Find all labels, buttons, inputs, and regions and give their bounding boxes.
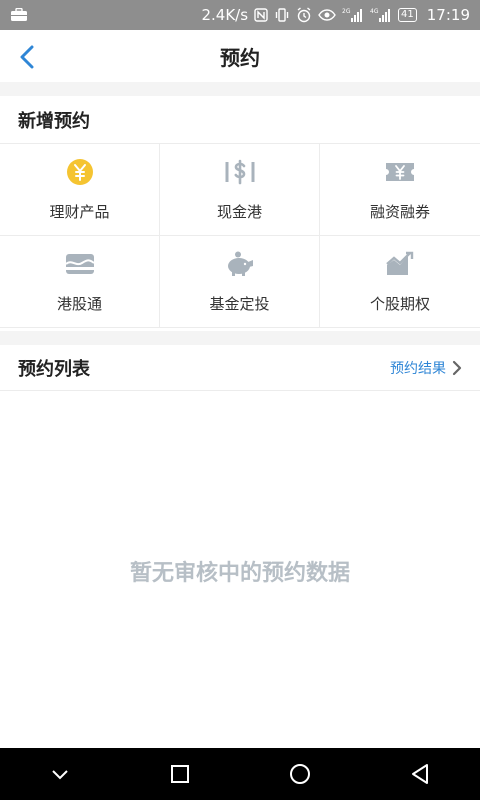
square-icon [171, 765, 189, 783]
grid-item-label: 理财产品 [49, 203, 110, 221]
grid-item-cash-port[interactable]: 现金港 [160, 144, 320, 236]
battery-icon: 41 [398, 8, 417, 22]
grid-item-hk-connect[interactable]: 港股通 [0, 236, 160, 328]
ticket-yuan-icon [383, 157, 417, 187]
nav-recents-button[interactable] [150, 748, 210, 800]
signal-4g-label: 4G [370, 8, 379, 15]
triangle-back-icon [412, 764, 428, 784]
briefcase-icon [10, 8, 28, 22]
grid-item-margin-trading[interactable]: 融资融券 [320, 144, 480, 236]
piggy-bank-icon [223, 249, 257, 279]
grid-item-stock-options[interactable]: 个股期权 [320, 236, 480, 328]
alarm-icon [296, 7, 312, 23]
section-divider [0, 82, 480, 96]
grid-item-wealth-products[interactable]: 理财产品 [0, 144, 160, 236]
card-wave-icon [63, 249, 97, 279]
trend-chart-icon [383, 249, 417, 279]
page-title: 预约 [220, 45, 260, 70]
signal-2g-label: 2G [342, 8, 351, 15]
signal-icon: 4G [370, 7, 392, 23]
status-bar: 2.4K/s 2G 4G 41 17:19 [0, 0, 480, 30]
reservation-list-header: 预约列表 预约结果 [0, 345, 480, 391]
grid-item-label: 现金港 [216, 203, 262, 221]
circle-icon [290, 764, 310, 784]
reservation-list-section: 预约列表 预约结果 [0, 345, 480, 391]
yuan-coin-icon [63, 157, 97, 187]
grid-item-label: 融资融券 [369, 203, 430, 221]
nfc-icon [254, 8, 268, 22]
reservation-results-label: 预约结果 [390, 360, 446, 377]
status-time: 17:19 [426, 6, 470, 24]
nav-home-button[interactable] [270, 748, 330, 800]
signal-icon: 2G [342, 7, 364, 23]
eye-icon [318, 9, 336, 21]
section-divider [0, 331, 480, 345]
chevron-right-icon [452, 360, 462, 375]
nav-back-button[interactable] [390, 748, 450, 800]
chevron-down-icon [52, 770, 68, 780]
grid-item-label: 基金定投 [209, 295, 270, 313]
new-reservation-section: 新增预约 理财产品 现金港 融资融券 港股通 基金定投 个股期权 [0, 96, 480, 328]
grid-item-label: 个股期权 [369, 295, 430, 313]
network-speed: 2.4K/s [201, 6, 249, 24]
cash-dollar-icon [223, 157, 257, 187]
reservation-type-grid: 理财产品 现金港 融资融券 港股通 基金定投 个股期权 [0, 144, 480, 328]
chevron-left-icon [20, 45, 34, 69]
empty-state-message: 暂无审核中的预约数据 [129, 561, 350, 586]
back-button[interactable] [10, 40, 44, 74]
vibrate-icon [274, 8, 290, 22]
grid-item-fund-investment[interactable]: 基金定投 [160, 236, 320, 328]
reservation-results-link[interactable]: 预约结果 [390, 358, 462, 378]
system-nav-bar [0, 748, 480, 800]
grid-item-label: 港股通 [56, 295, 102, 313]
header: 预约 [0, 30, 480, 82]
reservation-list-title: 预约列表 [18, 358, 90, 380]
nav-collapse-button[interactable] [30, 748, 90, 800]
new-reservation-title: 新增预约 [0, 96, 480, 144]
